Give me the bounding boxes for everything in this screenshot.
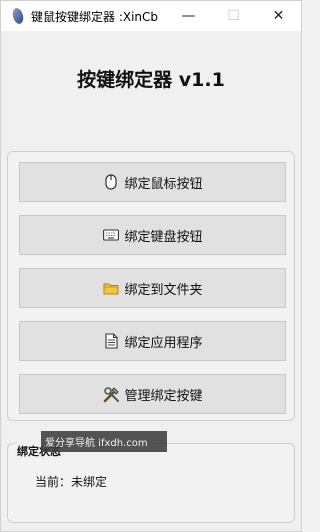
minimize-button[interactable]: — bbox=[166, 1, 211, 31]
app-logo-icon bbox=[11, 6, 25, 26]
close-button[interactable]: ✕ bbox=[256, 1, 301, 31]
mouse-icon bbox=[102, 173, 120, 191]
manage-bindings-label: 管理绑定按键 bbox=[124, 388, 203, 404]
title-bar[interactable]: 键鼠按键绑定器 :XinCb — ☐ ✕ bbox=[1, 1, 301, 31]
actions-group: 绑定鼠标按钮 绑定键盘按钮 绑定到文件夹 绑定应用程序 管理绑定按键 bbox=[7, 151, 295, 421]
maximize-button: ☐ bbox=[227, 8, 240, 24]
manage-bindings-button[interactable]: 管理绑定按键 bbox=[19, 374, 286, 414]
document-icon bbox=[102, 332, 120, 350]
app-heading: 按键绑定器 v1.1 bbox=[77, 69, 225, 91]
bind-application-button[interactable]: 绑定应用程序 bbox=[19, 321, 286, 361]
window-title: 键鼠按键绑定器 :XinCb bbox=[31, 9, 159, 24]
watermark-overlay: 爱分享导航 ifxdh.com bbox=[41, 431, 167, 452]
tools-icon bbox=[102, 385, 120, 403]
bind-keyboard-button[interactable]: 绑定键盘按钮 bbox=[19, 215, 286, 255]
bind-application-label: 绑定应用程序 bbox=[124, 335, 203, 351]
current-binding-status: 当前：未绑定 bbox=[35, 475, 108, 489]
bind-keyboard-label: 绑定键盘按钮 bbox=[124, 229, 203, 245]
folder-icon bbox=[102, 279, 120, 297]
keyboard-icon bbox=[102, 226, 120, 244]
bind-mouse-button[interactable]: 绑定鼠标按钮 bbox=[19, 162, 286, 202]
window-controls: — ☐ ✕ bbox=[166, 1, 301, 31]
app-window: 键鼠按键绑定器 :XinCb — ☐ ✕ 按键绑定器 v1.1 绑定鼠标按钮 绑… bbox=[0, 0, 302, 532]
bind-folder-label: 绑定到文件夹 bbox=[124, 282, 203, 298]
bind-folder-button[interactable]: 绑定到文件夹 bbox=[19, 268, 286, 308]
bind-mouse-label: 绑定鼠标按钮 bbox=[124, 176, 203, 192]
